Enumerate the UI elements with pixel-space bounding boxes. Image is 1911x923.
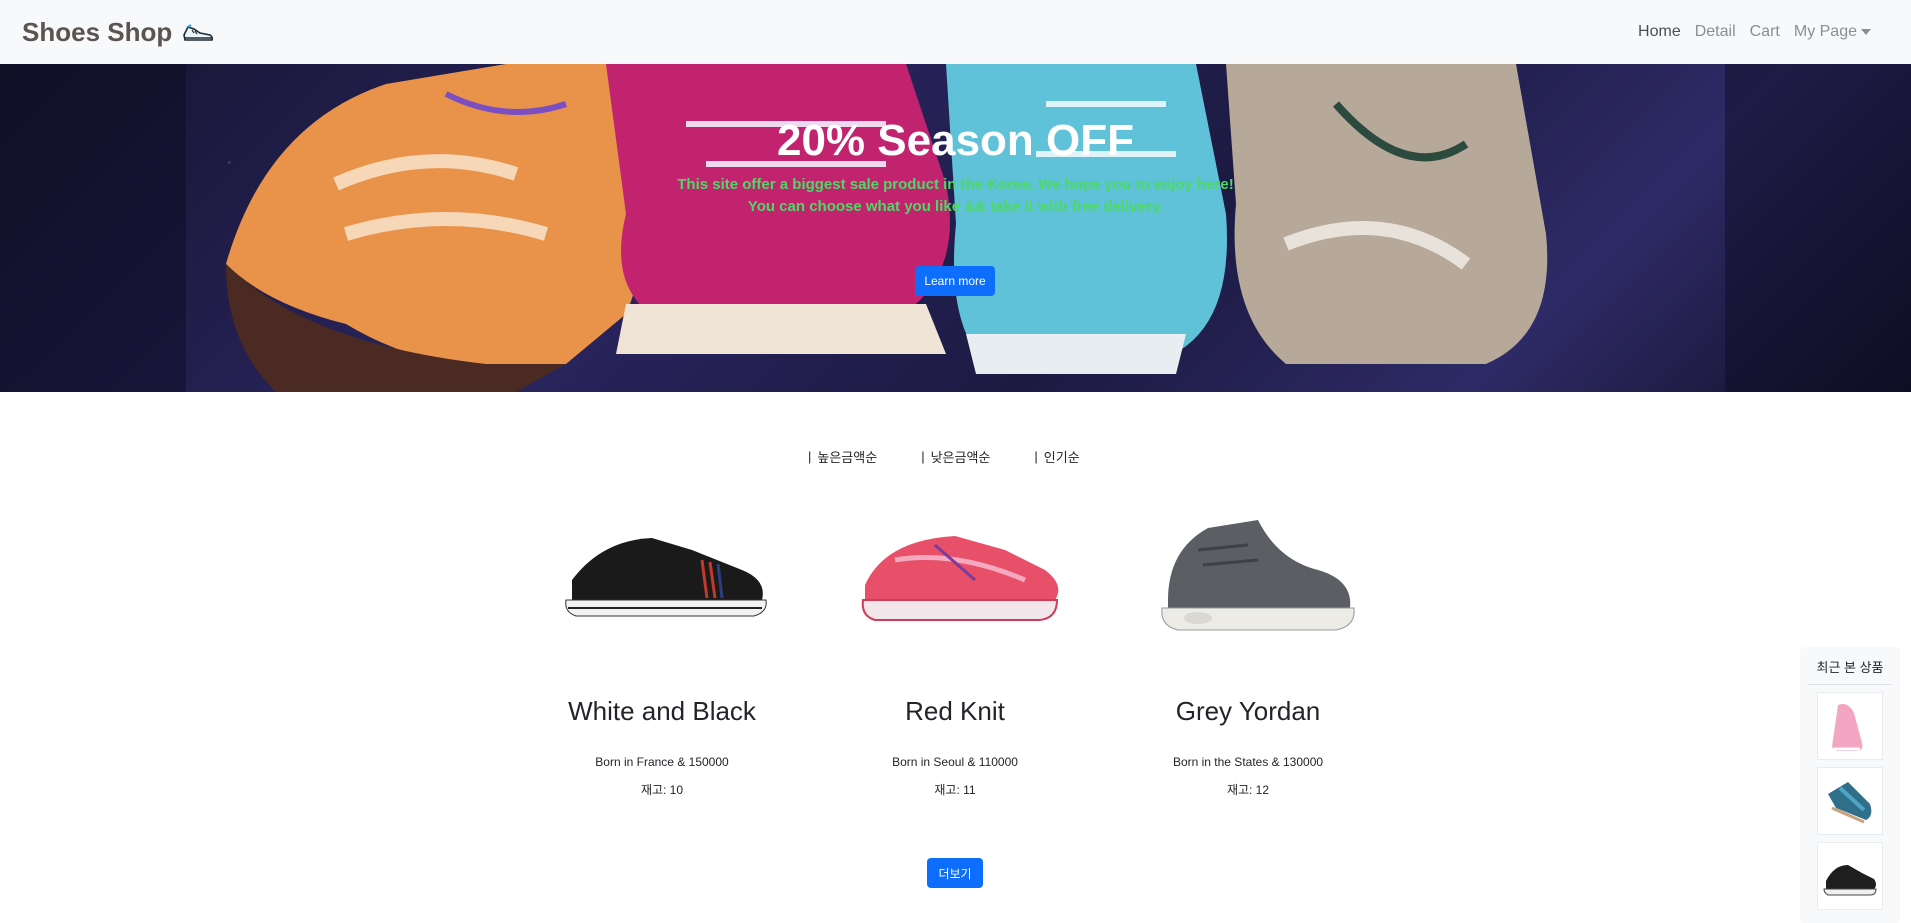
recently-viewed-title: 최근 본 상품 <box>1808 657 1892 685</box>
nav-cart[interactable]: Cart <box>1750 23 1780 41</box>
product-image[interactable] <box>542 500 782 650</box>
sort-separator: | <box>1034 449 1038 464</box>
recently-viewed-panel: 최근 본 상품 <box>1800 647 1900 923</box>
product-card: White and Black Born in France & 150000 … <box>517 500 807 798</box>
product-image[interactable] <box>835 500 1075 650</box>
product-card: Grey Yordan Born in the States & 130000 … <box>1103 500 1393 798</box>
nav-detail[interactable]: Detail <box>1695 23 1736 41</box>
product-stock: 재고: 10 <box>640 783 684 797</box>
load-more-button[interactable]: 더보기 <box>927 858 983 888</box>
pink-shoe-thumbnail <box>1832 704 1863 751</box>
hero-subtitle-line2: You can choose what you like && take it … <box>747 198 1164 215</box>
brand-link[interactable]: Shoes Shop <box>22 17 214 48</box>
sort-label: 높은금액순 <box>817 450 878 465</box>
grey-sneaker-image <box>1161 520 1355 631</box>
brand-title: Shoes Shop <box>22 16 173 47</box>
sort-label: 인기순 <box>1043 450 1080 465</box>
sort-low-price[interactable]: | 낮은금액순 <box>921 447 990 466</box>
product-image[interactable] <box>1128 500 1368 650</box>
sort-popularity[interactable]: | 인기순 <box>1034 447 1079 466</box>
product-description: Born in Seoul & 110000 <box>892 755 1018 769</box>
sort-separator: | <box>808 449 812 464</box>
product-stock: 재고: 12 <box>1226 783 1270 797</box>
recent-item-thumbnail[interactable] <box>1817 842 1883 910</box>
hero-subtitle-line1: This site offer a biggest sale product i… <box>677 176 1234 193</box>
caret-down-icon <box>1861 28 1871 35</box>
nav-home[interactable]: Home <box>1638 23 1681 41</box>
product-description: Born in the States & 130000 <box>1172 755 1324 769</box>
navbar: Shoes Shop Home Detail Cart My Page <box>0 0 1911 64</box>
product-title: Red Knit <box>905 696 1005 726</box>
sort-label: 낮은금액순 <box>930 450 991 465</box>
red-knit-image <box>861 536 1059 621</box>
my-page-label: My Page <box>1793 23 1857 40</box>
product-title: White and Black <box>568 696 756 726</box>
hero-banner: 20% Season OFF This site offer a biggest… <box>0 64 1911 392</box>
sort-options: | 높은금액순 | 낮은금액순 | 인기순 <box>808 447 1080 466</box>
hero-side-right <box>1725 64 1911 392</box>
hero-title: 20% Season OFF <box>776 116 1134 165</box>
nav-my-page-dropdown[interactable]: My Page <box>1794 23 1871 41</box>
recent-item-thumbnail[interactable] <box>1817 692 1883 760</box>
product-card: Red Knit Born in Seoul & 110000 재고: 11 <box>810 500 1100 798</box>
hero-shoes-image <box>226 64 1548 392</box>
sort-high-price[interactable]: | 높은금액순 <box>808 447 877 466</box>
sort-separator: | <box>921 449 925 464</box>
product-stock: 재고: 11 <box>934 783 976 797</box>
black-shoe-thumbnail <box>1823 865 1877 896</box>
learn-more-button[interactable]: Learn more <box>915 266 995 296</box>
product-title: Grey Yordan <box>1175 696 1321 726</box>
product-description: Born in France & 150000 <box>595 755 729 769</box>
nav-links: Home Detail Cart My Page <box>1638 23 1871 41</box>
recent-item-thumbnail[interactable] <box>1817 767 1883 835</box>
black-sneaker-image <box>565 538 767 617</box>
blue-shoe-thumbnail <box>1828 782 1872 824</box>
sneaker-icon <box>183 24 214 41</box>
hero-side-left <box>0 64 186 392</box>
